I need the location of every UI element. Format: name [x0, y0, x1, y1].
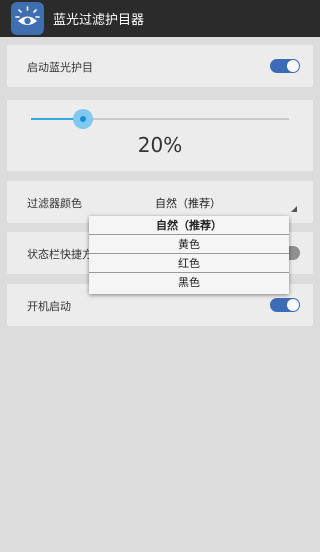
dropdown-option-red[interactable]: 红色	[89, 254, 289, 273]
filter-color-label: 过滤器颜色	[27, 197, 82, 210]
intensity-slider[interactable]	[31, 109, 289, 129]
dropdown-arrow-icon[interactable]	[291, 206, 297, 212]
enable-filter-row[interactable]: 启动蓝光护目	[7, 45, 313, 87]
dropdown-option-black[interactable]: 黑色	[89, 273, 289, 292]
filter-color-value[interactable]: 自然（推荐）	[155, 195, 221, 211]
intensity-percent: 20%	[137, 133, 183, 157]
statusbar-shortcut-label: 状态栏快捷方	[27, 248, 93, 261]
app-eye-icon[interactable]	[11, 2, 44, 35]
intensity-slider-handle[interactable]	[73, 109, 93, 129]
app-title: 蓝光过滤护目器	[53, 13, 145, 28]
boot-start-toggle[interactable]	[270, 298, 300, 312]
dropdown-option-natural[interactable]: 自然（推荐）	[89, 216, 289, 235]
boot-start-label: 开机启动	[27, 300, 71, 313]
intensity-card: 20%	[7, 100, 313, 171]
enable-filter-toggle[interactable]	[270, 59, 300, 73]
enable-filter-label: 启动蓝光护目	[27, 61, 93, 74]
toggle-knob	[287, 60, 299, 72]
toggle-knob	[287, 299, 299, 311]
title-bar: 蓝光过滤护目器	[0, 0, 320, 37]
slider-thumb-dot	[80, 116, 86, 122]
filter-color-dropdown: 自然（推荐） 黄色 红色 黑色	[89, 216, 289, 294]
dropdown-option-yellow[interactable]: 黄色	[89, 235, 289, 254]
